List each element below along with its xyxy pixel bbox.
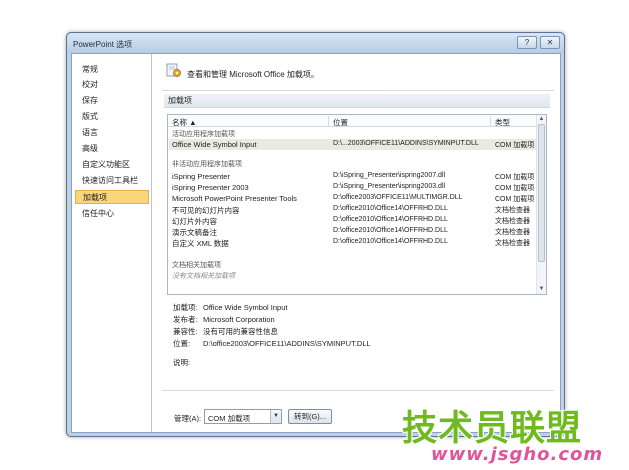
addin-type: COM 加载项	[495, 185, 535, 192]
table-row[interactable]: iSpring Presenter D:\iSpring_Presenter\i…	[169, 171, 537, 182]
scroll-thumb[interactable]	[538, 124, 545, 262]
options-dialog: PowerPoint 选项 ? ✕ 常规 校对 保存 版式 语言 高级 自定义功…	[66, 32, 565, 437]
manage-label: 管理(A):	[174, 414, 202, 423]
detail-publisher-value: Microsoft Corporation	[203, 315, 275, 324]
detail-description-label: 说明:	[173, 358, 191, 367]
nav-item-general[interactable]: 常规	[75, 63, 149, 77]
nav-item-customize-ribbon[interactable]: 自定义功能区	[75, 158, 149, 172]
addin-type: 文档检查器	[495, 218, 530, 225]
table-row[interactable]: 自定义 XML 数据 D:\office2010\Office14\OFFRHD…	[169, 237, 537, 248]
group-label-active: 活动应用程序加载项	[172, 131, 235, 138]
addin-type: COM 加载项	[495, 142, 535, 149]
detail-addin: 加载项: Office Wide Symbol Input	[173, 302, 287, 313]
list-header: 名称 ▲ 位置 类型	[168, 115, 537, 127]
addins-panel: 查看和管理 Microsoft Office 加载项。 加载项 名称 ▲ 位置 …	[160, 54, 558, 432]
addin-gear-icon	[166, 63, 181, 77]
addin-name: Office Wide Symbol Input	[172, 140, 257, 149]
addin-location: D:\office2010\Office14\OFFRHD.DLL	[333, 205, 448, 212]
addin-type: COM 加载项	[495, 196, 535, 203]
group-label-document: 文档相关加载项	[172, 262, 221, 269]
footer-divider	[162, 390, 554, 391]
addin-location: D:\iSpring_Presenter\ispring2007.dll	[333, 172, 446, 179]
nav-item-quick-access-toolbar[interactable]: 快速访问工具栏	[75, 174, 149, 188]
watermark-url: www.jsgho.com	[431, 444, 604, 465]
addin-type: COM 加载项	[495, 174, 535, 181]
window-title: PowerPoint 选项	[73, 40, 133, 49]
table-row[interactable]: iSpring Presenter 2003 D:\iSpring_Presen…	[169, 182, 537, 193]
detail-location-label: 位置:	[173, 339, 191, 348]
detail-compat-label: 兼容性:	[173, 327, 198, 336]
table-row[interactable]: 不可见的幻灯片内容 D:\office2010\Office14\OFFRHD.…	[169, 204, 537, 215]
help-button[interactable]: ?	[517, 36, 537, 49]
table-row[interactable]: Office Wide Symbol Input D:\...2003\OFFI…	[169, 139, 537, 150]
detail-compat: 兼容性: 没有可用的兼容性信息	[173, 326, 278, 337]
addin-location: D:\iSpring_Presenter\ispring2003.dll	[333, 183, 446, 190]
nav-item-trust-center[interactable]: 信任中心	[75, 207, 149, 221]
manage-select-value: COM 加载项	[208, 414, 251, 423]
addin-type: 文档检查器	[495, 207, 530, 214]
title-bar: PowerPoint 选项 ? ✕	[67, 33, 564, 53]
manage-select[interactable]: COM 加载项 ▼	[204, 409, 282, 424]
scroll-up-icon[interactable]: ▲	[537, 115, 546, 124]
header-divider	[162, 90, 554, 91]
group-label-inactive: 非活动应用程序加载项	[172, 161, 242, 168]
column-header-type[interactable]: 类型	[495, 117, 510, 128]
detail-description: 说明:	[173, 357, 203, 368]
addin-location: D:\office2010\Office14\OFFRHD.DLL	[333, 238, 448, 245]
column-divider	[328, 116, 329, 126]
addin-type: 文档检查器	[495, 240, 530, 247]
detail-compat-value: 没有可用的兼容性信息	[203, 327, 278, 336]
chevron-down-icon[interactable]: ▼	[270, 410, 281, 423]
addin-name: Microsoft PowerPoint Presenter Tools	[172, 194, 297, 203]
detail-addin-label: 加载项:	[173, 303, 198, 312]
nav-item-advanced[interactable]: 高级	[75, 142, 149, 156]
table-row[interactable]: 幻灯片外内容 D:\office2010\Office14\OFFRHD.DLL…	[169, 215, 537, 226]
column-divider	[490, 116, 491, 126]
close-button[interactable]: ✕	[540, 36, 560, 49]
addin-type: 文档检查器	[495, 229, 530, 236]
section-heading: 加载项	[164, 94, 550, 108]
table-row[interactable]: Microsoft PowerPoint Presenter Tools D:\…	[169, 193, 537, 204]
nav-item-addins[interactable]: 加载项	[75, 190, 149, 204]
list-scrollbar[interactable]: ▲ ▼	[536, 115, 546, 294]
addin-name: iSpring Presenter 2003	[172, 183, 249, 192]
detail-publisher-label: 发布者:	[173, 315, 198, 324]
table-row[interactable]: 演示文稿备注 D:\office2010\Office14\OFFRHD.DLL…	[169, 226, 537, 237]
addin-location: D:\office2010\Office14\OFFRHD.DLL	[333, 216, 448, 223]
detail-addin-value: Office Wide Symbol Input	[203, 303, 288, 312]
nav-item-save[interactable]: 保存	[75, 94, 149, 108]
addin-name: iSpring Presenter	[172, 172, 230, 181]
addins-list[interactable]: 名称 ▲ 位置 类型 活动应用程序加载项 Office Wide Symbol …	[167, 114, 547, 295]
header-description: 查看和管理 Microsoft Office 加载项。	[187, 70, 319, 79]
nav-item-proofing[interactable]: 校对	[75, 78, 149, 92]
nav-item-language[interactable]: 语言	[75, 126, 149, 140]
go-button[interactable]: 转到(G)...	[288, 409, 332, 424]
column-header-location[interactable]: 位置	[333, 117, 348, 128]
addin-name: 自定义 XML 数据	[172, 239, 229, 248]
group-empty-text: 没有文档相关加载项	[172, 273, 235, 280]
addin-location: D:\office2010\Office14\OFFRHD.DLL	[333, 227, 448, 234]
detail-location: 位置: D:\office2003\OFFICE11\ADDINS\SYMINPU…	[173, 338, 371, 349]
column-header-name[interactable]: 名称 ▲	[172, 117, 197, 128]
nav-item-layout[interactable]: 版式	[75, 110, 149, 124]
detail-publisher: 发布者: Microsoft Corporation	[173, 314, 275, 325]
options-nav: 常规 校对 保存 版式 语言 高级 自定义功能区 快速访问工具栏 加载项 信任中…	[72, 54, 152, 432]
scroll-down-icon[interactable]: ▼	[537, 285, 546, 294]
dialog-client: 常规 校对 保存 版式 语言 高级 自定义功能区 快速访问工具栏 加载项 信任中…	[71, 53, 561, 433]
addin-location: D:\...2003\OFFICE11\ADDINS\SYMINPUT.DLL	[333, 140, 479, 147]
detail-location-value: D:\office2003\OFFICE11\ADDINS\SYMINPUT.D…	[203, 339, 371, 348]
addin-location: D:\office2003\OFFICE11\MULTIMGR.DLL	[333, 194, 463, 201]
